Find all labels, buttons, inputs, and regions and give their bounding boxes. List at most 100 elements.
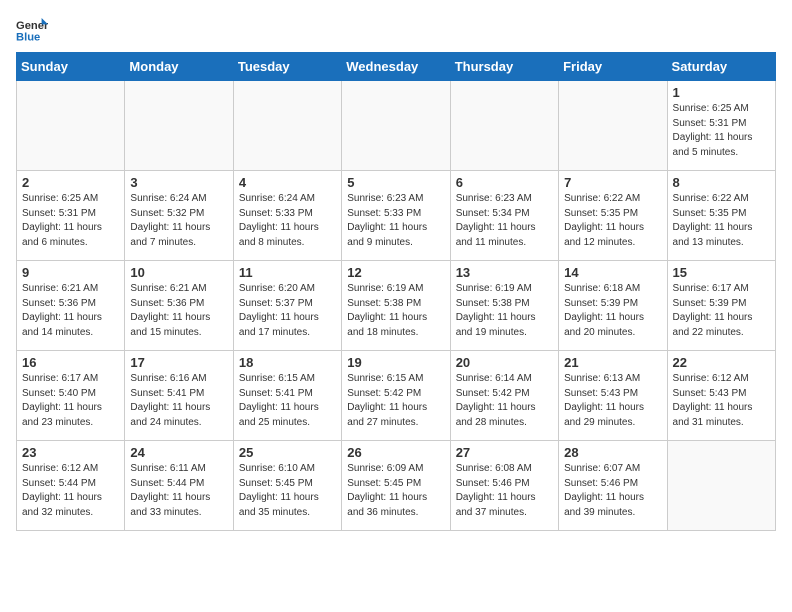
day-number: 13 bbox=[456, 265, 553, 280]
day-number: 12 bbox=[347, 265, 444, 280]
day-info: Sunrise: 6:23 AM Sunset: 5:33 PM Dayligh… bbox=[347, 192, 444, 250]
calendar-day-cell bbox=[559, 81, 667, 171]
calendar-day-cell: 5 Sunrise: 6:23 AM Sunset: 5:33 PM Daylig… bbox=[342, 171, 450, 261]
day-number: 21 bbox=[564, 355, 661, 370]
calendar-week-row: 1 Sunrise: 6:25 AM Sunset: 5:31 PM Daylig… bbox=[17, 81, 776, 171]
day-info: Sunrise: 6:24 AM Sunset: 5:32 PM Dayligh… bbox=[130, 192, 227, 250]
day-number: 23 bbox=[22, 445, 119, 460]
day-number: 19 bbox=[347, 355, 444, 370]
day-number: 6 bbox=[456, 175, 553, 190]
day-number: 8 bbox=[673, 175, 770, 190]
day-info: Sunrise: 6:21 AM Sunset: 5:36 PM Dayligh… bbox=[22, 282, 119, 340]
calendar-day-cell: 11 Sunrise: 6:20 AM Sunset: 5:37 PM Dayli… bbox=[233, 261, 341, 351]
day-number: 28 bbox=[564, 445, 661, 460]
day-number: 26 bbox=[347, 445, 444, 460]
weekday-header-friday: Friday bbox=[559, 53, 667, 81]
day-number: 4 bbox=[239, 175, 336, 190]
weekday-header-row: SundayMondayTuesdayWednesdayThursdayFrid… bbox=[17, 53, 776, 81]
day-info: Sunrise: 6:23 AM Sunset: 5:34 PM Dayligh… bbox=[456, 192, 553, 250]
day-number: 5 bbox=[347, 175, 444, 190]
calendar-day-cell: 1 Sunrise: 6:25 AM Sunset: 5:31 PM Daylig… bbox=[667, 81, 775, 171]
calendar-day-cell: 17Sunrise: 6:16 AM Sunset: 5:41 PM Dayli… bbox=[125, 351, 233, 441]
day-info: Sunrise: 6:08 AM Sunset: 5:46 PM Dayligh… bbox=[456, 462, 553, 520]
calendar-day-cell: 23 Sunrise: 6:12 AM Sunset: 5:44 PM Dayli… bbox=[17, 441, 125, 531]
day-info: Sunrise: 6:24 AM Sunset: 5:33 PM Dayligh… bbox=[239, 192, 336, 250]
logo-icon: General Blue bbox=[16, 16, 48, 44]
calendar-day-cell: 2Sunrise: 6:25 AM Sunset: 5:31 PM Daylig… bbox=[17, 171, 125, 261]
day-info: Sunrise: 6:10 AM Sunset: 5:45 PM Dayligh… bbox=[239, 462, 336, 520]
calendar-day-cell: 3 Sunrise: 6:24 AM Sunset: 5:32 PM Daylig… bbox=[125, 171, 233, 261]
day-info: Sunrise: 6:07 AM Sunset: 5:46 PM Dayligh… bbox=[564, 462, 661, 520]
calendar-day-cell: 6 Sunrise: 6:23 AM Sunset: 5:34 PM Daylig… bbox=[450, 171, 558, 261]
svg-text:Blue: Blue bbox=[16, 31, 40, 43]
day-number: 24 bbox=[130, 445, 227, 460]
day-info: Sunrise: 6:14 AM Sunset: 5:42 PM Dayligh… bbox=[456, 372, 553, 430]
day-info: Sunrise: 6:17 AM Sunset: 5:40 PM Dayligh… bbox=[22, 372, 119, 430]
day-number: 17 bbox=[130, 355, 227, 370]
day-info: Sunrise: 6:19 AM Sunset: 5:38 PM Dayligh… bbox=[347, 282, 444, 340]
calendar-day-cell bbox=[342, 81, 450, 171]
day-number: 9 bbox=[22, 265, 119, 280]
day-number: 11 bbox=[239, 265, 336, 280]
calendar-day-cell: 18 Sunrise: 6:15 AM Sunset: 5:41 PM Dayli… bbox=[233, 351, 341, 441]
calendar-day-cell: 20 Sunrise: 6:14 AM Sunset: 5:42 PM Dayli… bbox=[450, 351, 558, 441]
day-number: 15 bbox=[673, 265, 770, 280]
calendar-week-row: 2Sunrise: 6:25 AM Sunset: 5:31 PM Daylig… bbox=[17, 171, 776, 261]
day-info: Sunrise: 6:22 AM Sunset: 5:35 PM Dayligh… bbox=[564, 192, 661, 250]
calendar-day-cell: 25 Sunrise: 6:10 AM Sunset: 5:45 PM Dayli… bbox=[233, 441, 341, 531]
day-info: Sunrise: 6:17 AM Sunset: 5:39 PM Dayligh… bbox=[673, 282, 770, 340]
calendar-day-cell: 15 Sunrise: 6:17 AM Sunset: 5:39 PM Dayli… bbox=[667, 261, 775, 351]
day-info: Sunrise: 6:11 AM Sunset: 5:44 PM Dayligh… bbox=[130, 462, 227, 520]
day-info: Sunrise: 6:09 AM Sunset: 5:45 PM Dayligh… bbox=[347, 462, 444, 520]
day-info: Sunrise: 6:12 AM Sunset: 5:44 PM Dayligh… bbox=[22, 462, 119, 520]
calendar-week-row: 16Sunrise: 6:17 AM Sunset: 5:40 PM Dayli… bbox=[17, 351, 776, 441]
calendar-day-cell: 10 Sunrise: 6:21 AM Sunset: 5:36 PM Dayli… bbox=[125, 261, 233, 351]
weekday-header-saturday: Saturday bbox=[667, 53, 775, 81]
calendar-day-cell: 27 Sunrise: 6:08 AM Sunset: 5:46 PM Dayli… bbox=[450, 441, 558, 531]
day-number: 25 bbox=[239, 445, 336, 460]
day-info: Sunrise: 6:12 AM Sunset: 5:43 PM Dayligh… bbox=[673, 372, 770, 430]
calendar-table: SundayMondayTuesdayWednesdayThursdayFrid… bbox=[16, 52, 776, 531]
calendar-week-row: 23 Sunrise: 6:12 AM Sunset: 5:44 PM Dayli… bbox=[17, 441, 776, 531]
weekday-header-sunday: Sunday bbox=[17, 53, 125, 81]
day-number: 7 bbox=[564, 175, 661, 190]
weekday-header-thursday: Thursday bbox=[450, 53, 558, 81]
calendar-day-cell bbox=[667, 441, 775, 531]
calendar-day-cell: 8Sunrise: 6:22 AM Sunset: 5:35 PM Daylig… bbox=[667, 171, 775, 261]
day-number: 18 bbox=[239, 355, 336, 370]
day-info: Sunrise: 6:25 AM Sunset: 5:31 PM Dayligh… bbox=[22, 192, 119, 250]
calendar-day-cell: 19 Sunrise: 6:15 AM Sunset: 5:42 PM Dayli… bbox=[342, 351, 450, 441]
day-number: 10 bbox=[130, 265, 227, 280]
calendar-day-cell: 13 Sunrise: 6:19 AM Sunset: 5:38 PM Dayli… bbox=[450, 261, 558, 351]
weekday-header-wednesday: Wednesday bbox=[342, 53, 450, 81]
calendar-day-cell: 24 Sunrise: 6:11 AM Sunset: 5:44 PM Dayli… bbox=[125, 441, 233, 531]
day-info: Sunrise: 6:15 AM Sunset: 5:41 PM Dayligh… bbox=[239, 372, 336, 430]
calendar-day-cell: 22 Sunrise: 6:12 AM Sunset: 5:43 PM Dayli… bbox=[667, 351, 775, 441]
calendar-day-cell bbox=[125, 81, 233, 171]
day-info: Sunrise: 6:21 AM Sunset: 5:36 PM Dayligh… bbox=[130, 282, 227, 340]
day-number: 14 bbox=[564, 265, 661, 280]
day-info: Sunrise: 6:15 AM Sunset: 5:42 PM Dayligh… bbox=[347, 372, 444, 430]
calendar-day-cell bbox=[233, 81, 341, 171]
calendar-day-cell: 9 Sunrise: 6:21 AM Sunset: 5:36 PM Daylig… bbox=[17, 261, 125, 351]
day-info: Sunrise: 6:19 AM Sunset: 5:38 PM Dayligh… bbox=[456, 282, 553, 340]
day-number: 3 bbox=[130, 175, 227, 190]
day-number: 1 bbox=[673, 85, 770, 100]
calendar-day-cell: 16Sunrise: 6:17 AM Sunset: 5:40 PM Dayli… bbox=[17, 351, 125, 441]
day-number: 20 bbox=[456, 355, 553, 370]
calendar-day-cell: 14Sunrise: 6:18 AM Sunset: 5:39 PM Dayli… bbox=[559, 261, 667, 351]
weekday-header-monday: Monday bbox=[125, 53, 233, 81]
calendar-day-cell bbox=[450, 81, 558, 171]
day-info: Sunrise: 6:20 AM Sunset: 5:37 PM Dayligh… bbox=[239, 282, 336, 340]
calendar-day-cell: 21Sunrise: 6:13 AM Sunset: 5:43 PM Dayli… bbox=[559, 351, 667, 441]
calendar-week-row: 9 Sunrise: 6:21 AM Sunset: 5:36 PM Daylig… bbox=[17, 261, 776, 351]
logo: General Blue bbox=[16, 16, 52, 44]
weekday-header-tuesday: Tuesday bbox=[233, 53, 341, 81]
calendar-day-cell: 28 Sunrise: 6:07 AM Sunset: 5:46 PM Dayli… bbox=[559, 441, 667, 531]
day-number: 27 bbox=[456, 445, 553, 460]
calendar-day-cell: 26 Sunrise: 6:09 AM Sunset: 5:45 PM Dayli… bbox=[342, 441, 450, 531]
calendar-day-cell: 12 Sunrise: 6:19 AM Sunset: 5:38 PM Dayli… bbox=[342, 261, 450, 351]
day-info: Sunrise: 6:25 AM Sunset: 5:31 PM Dayligh… bbox=[673, 102, 770, 160]
calendar-day-cell: 7 Sunrise: 6:22 AM Sunset: 5:35 PM Daylig… bbox=[559, 171, 667, 261]
day-number: 22 bbox=[673, 355, 770, 370]
